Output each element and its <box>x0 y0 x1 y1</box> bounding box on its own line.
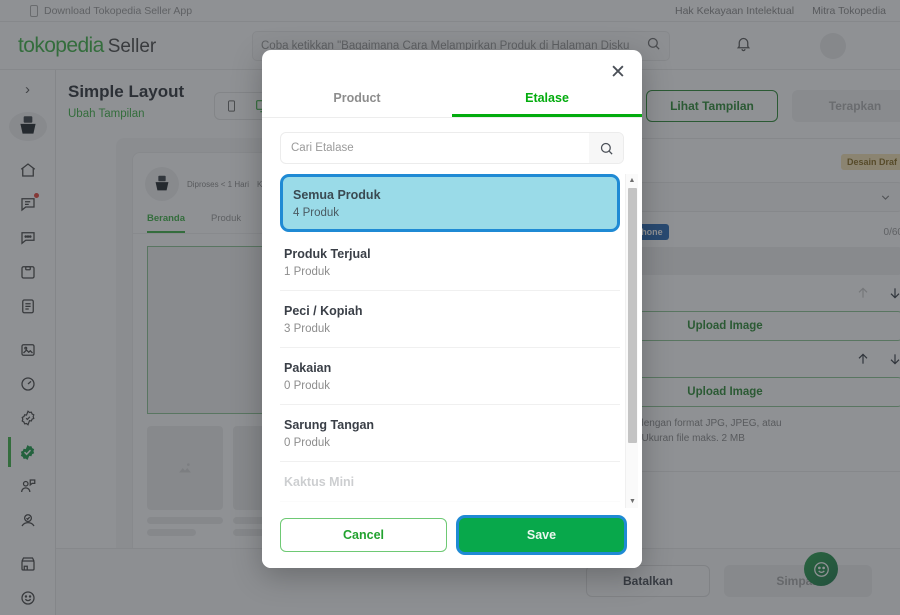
etalase-count: 1 Produk <box>284 266 331 278</box>
list-item[interactable]: Kaktus Mini <box>280 462 620 502</box>
etalase-picker-modal: ✕ Product Etalase Cari Etalase Semua Pro… <box>262 50 642 568</box>
save-button[interactable]: Save <box>459 518 624 552</box>
list-scrollbar[interactable]: ▲ ▼ <box>625 174 638 508</box>
tab-etalase[interactable]: Etalase <box>452 82 642 117</box>
scroll-down-arrow[interactable]: ▼ <box>626 495 639 508</box>
etalase-name: Sarung Tangan <box>284 418 375 432</box>
tab-product[interactable]: Product <box>262 82 452 117</box>
cancel-button[interactable]: Cancel <box>280 518 447 552</box>
list-item[interactable]: Sarung Tangan 0 Produk <box>280 405 620 462</box>
list-item[interactable]: Peci / Kopiah 3 Produk <box>280 291 620 348</box>
etalase-name: Produk Terjual <box>284 247 371 261</box>
etalase-list[interactable]: Semua Produk 4 Produk Produk Terjual 1 P… <box>262 174 642 508</box>
etalase-name: Pakaian <box>284 361 332 375</box>
list-item[interactable]: Pakaian 0 Produk <box>280 348 620 405</box>
etalase-count: 4 Produk <box>293 207 340 219</box>
list-item[interactable]: Produk Terjual 1 Produk <box>280 234 620 291</box>
close-icon[interactable]: ✕ <box>607 61 629 83</box>
scroll-up-arrow[interactable]: ▲ <box>626 174 638 187</box>
page-root: Download Tokopedia Seller App Hak Kekaya… <box>0 0 900 615</box>
modal-search-wrap: Cari Etalase <box>262 118 642 164</box>
etalase-name: Semua Produk <box>293 188 381 202</box>
modal-tab-bar: Product Etalase <box>262 82 642 118</box>
scrollbar-thumb[interactable] <box>628 188 637 443</box>
modal-footer: Cancel Save <box>262 508 642 568</box>
etalase-count: 3 Produk <box>284 323 331 335</box>
etalase-search-input[interactable]: Cari Etalase <box>280 132 624 164</box>
etalase-count: 0 Produk <box>284 380 331 392</box>
list-item[interactable]: Semua Produk 4 Produk <box>280 174 620 232</box>
etalase-name: Kaktus Mini <box>284 475 355 489</box>
etalase-count: 0 Produk <box>284 437 331 449</box>
etalase-name: Peci / Kopiah <box>284 304 363 318</box>
search-icon[interactable] <box>589 133 623 163</box>
etalase-search-placeholder: Cari Etalase <box>291 142 354 154</box>
